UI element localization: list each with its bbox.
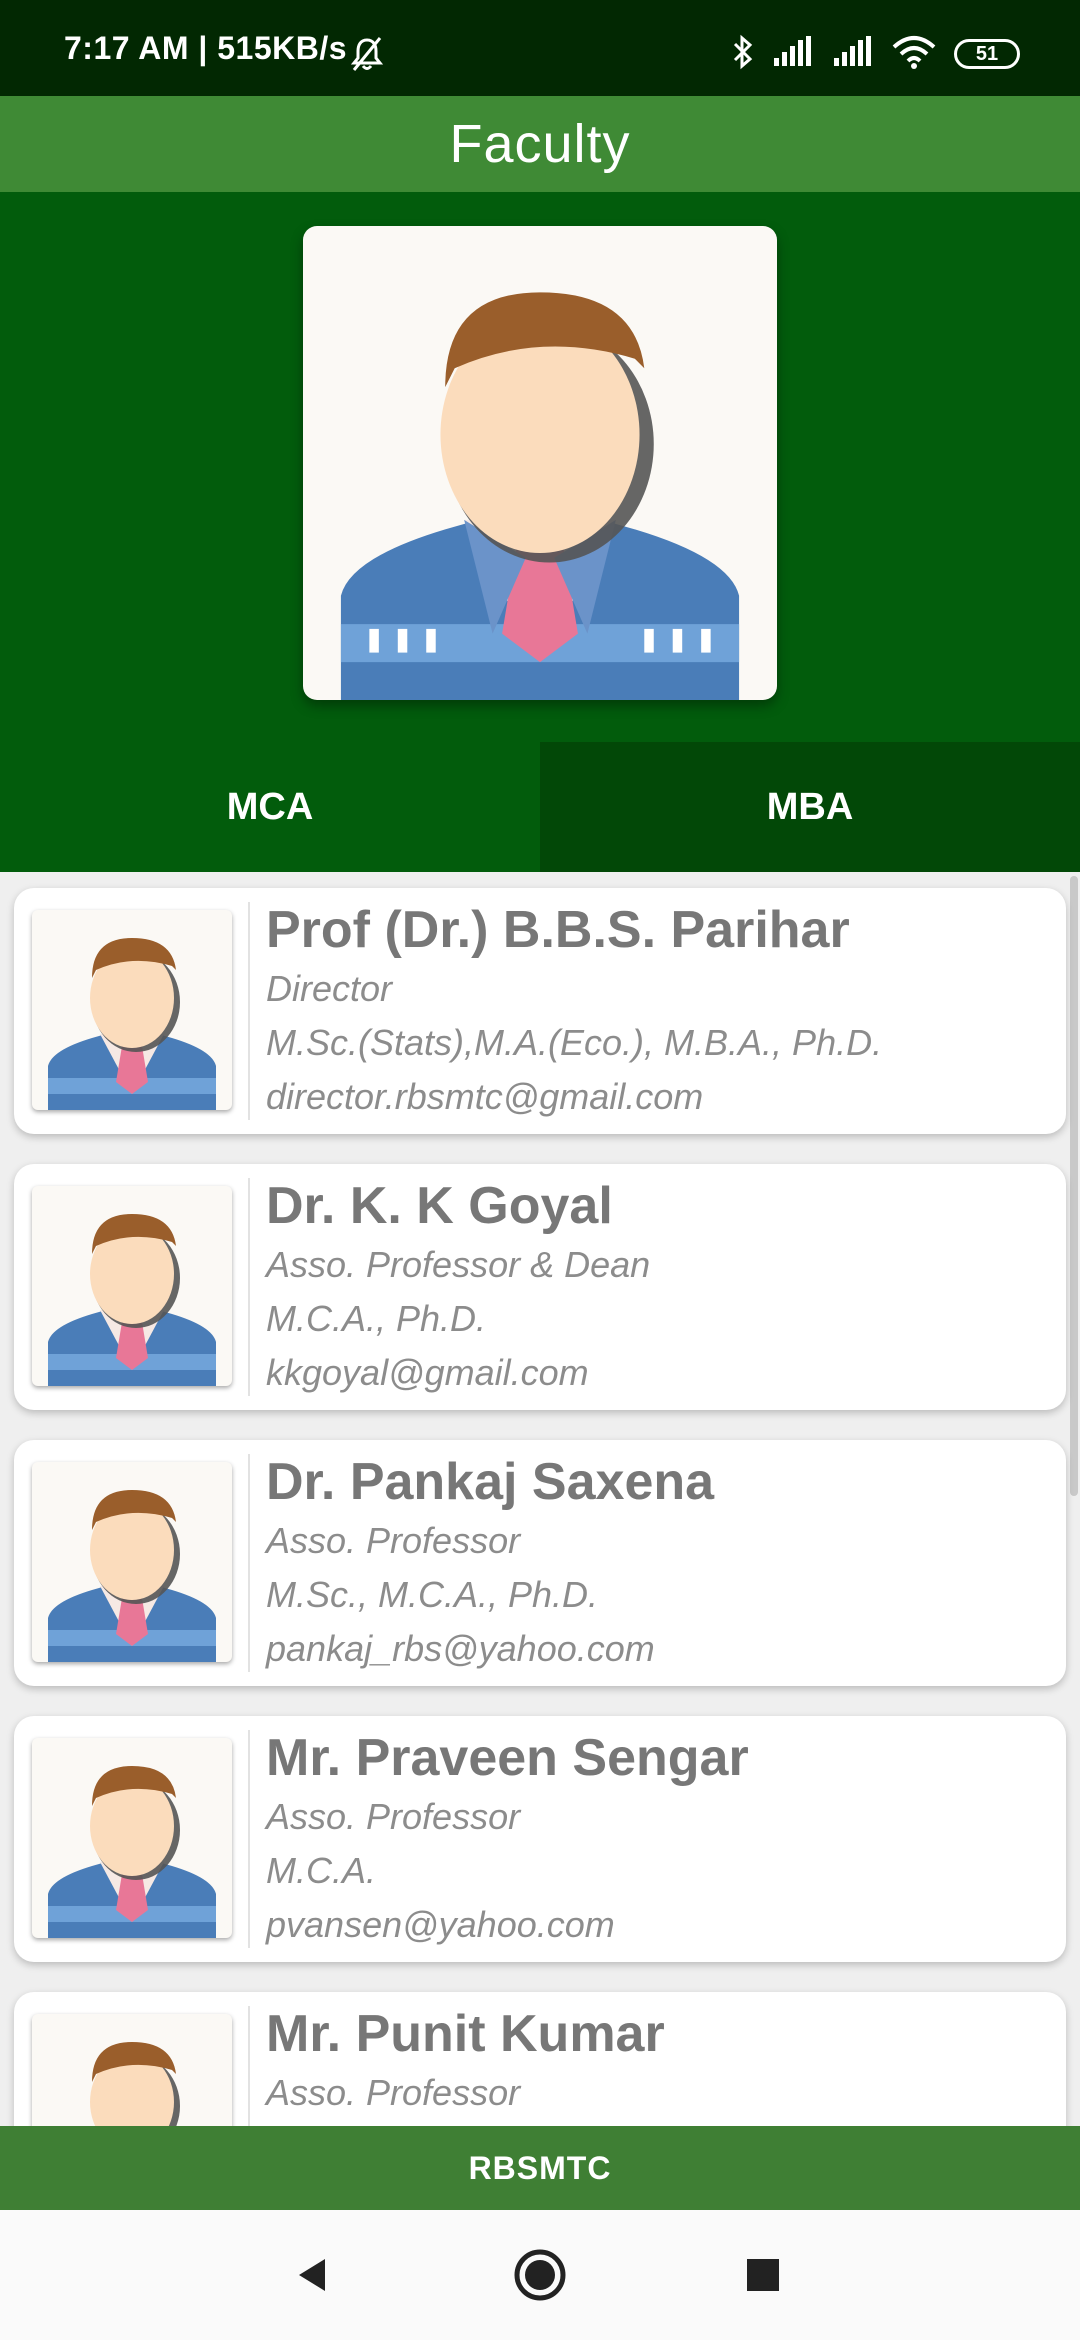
faculty-info: Dr. K. K Goyal Asso. Professor & Dean M.… — [266, 1174, 1052, 1400]
faculty-avatar-icon — [32, 1186, 232, 1386]
faculty-card[interactable]: Prof (Dr.) B.B.S. Parihar Director M.Sc.… — [14, 888, 1066, 1134]
faculty-email[interactable]: pankaj_rbs@yahoo.com — [266, 1622, 1052, 1676]
recents-icon[interactable] — [728, 2240, 798, 2310]
tab-mca[interactable]: MCA — [0, 742, 540, 872]
divider — [248, 2006, 250, 2126]
status-bar: 7:17 AM | 515KB/s 51 — [0, 0, 1080, 96]
faculty-email[interactable]: director.rbsmtc@gmail.com — [266, 1070, 1052, 1124]
faculty-info: Mr. Praveen Sengar Asso. Professor M.C.A… — [266, 1726, 1052, 1952]
faculty-card[interactable]: Mr. Punit Kumar Asso. Professor — [14, 1992, 1066, 2126]
tab-bar: MCA MBA — [0, 742, 1080, 872]
divider — [248, 1178, 250, 1396]
faculty-avatar-icon — [303, 226, 777, 700]
faculty-card[interactable]: Mr. Praveen Sengar Asso. Professor M.C.A… — [14, 1716, 1066, 1962]
faculty-email[interactable]: kkgoyal@gmail.com — [266, 1346, 1052, 1400]
faculty-designation: Asso. Professor — [266, 2072, 521, 2113]
faculty-card[interactable]: Dr. K. K Goyal Asso. Professor & Dean M.… — [14, 1164, 1066, 1410]
faculty-avatar-icon — [32, 1462, 232, 1662]
divider — [248, 902, 250, 1120]
tab-mba[interactable]: MBA — [540, 742, 1080, 872]
divider — [248, 1730, 250, 1948]
footer-label: RBSMTC — [468, 2149, 612, 2186]
back-icon[interactable] — [278, 2240, 348, 2310]
faculty-avatar-icon — [32, 2014, 232, 2126]
divider — [248, 1454, 250, 1672]
faculty-info: Mr. Punit Kumar Asso. Professor — [266, 2002, 1052, 2120]
faculty-name: Mr. Praveen Sengar — [266, 1729, 749, 1787]
faculty-avatar-icon — [32, 910, 232, 1110]
faculty-qualification: M.Sc., M.C.A., Ph.D. — [266, 1574, 599, 1615]
bluetooth-icon — [732, 34, 754, 75]
page-title: Faculty — [449, 114, 631, 174]
faculty-info: Prof (Dr.) B.B.S. Parihar Director M.Sc.… — [266, 898, 1052, 1124]
faculty-qualification: M.C.A. — [266, 1850, 377, 1891]
home-icon[interactable] — [505, 2240, 575, 2310]
wifi-icon — [892, 35, 936, 74]
mute-bell-icon — [350, 36, 384, 77]
faculty-info: Dr. Pankaj Saxena Asso. Professor M.Sc.,… — [266, 1450, 1052, 1676]
faculty-name: Prof (Dr.) B.B.S. Parihar — [266, 901, 850, 959]
app-bar: Faculty — [0, 96, 1080, 192]
system-nav-bar — [0, 2210, 1080, 2340]
faculty-name: Dr. Pankaj Saxena — [266, 1453, 715, 1511]
scrollbar[interactable] — [1070, 876, 1078, 1496]
status-icons: 51 — [732, 34, 1020, 74]
faculty-designation: Director — [266, 968, 393, 1009]
faculty-name: Dr. K. K Goyal — [266, 1177, 613, 1235]
faculty-name: Mr. Punit Kumar — [266, 2005, 665, 2063]
status-time: 7:17 AM | 515KB/s — [64, 30, 348, 66]
faculty-card[interactable]: Dr. Pankaj Saxena Asso. Professor M.Sc.,… — [14, 1440, 1066, 1686]
faculty-designation: Asso. Professor — [266, 1796, 521, 1837]
signal-icon — [772, 35, 814, 73]
faculty-avatar-icon — [32, 1738, 232, 1938]
faculty-designation: Asso. Professor — [266, 1520, 521, 1561]
footer-banner: RBSMTC — [0, 2126, 1080, 2210]
header-banner — [0, 192, 1080, 742]
faculty-email[interactable]: pvansen@yahoo.com — [266, 1898, 1052, 1952]
battery-icon: 51 — [954, 39, 1020, 69]
faculty-qualification: M.C.A., Ph.D. — [266, 1298, 487, 1339]
faculty-list[interactable]: Prof (Dr.) B.B.S. Parihar Director M.Sc.… — [0, 872, 1080, 2126]
faculty-qualification: M.Sc.(Stats),M.A.(Eco.), M.B.A., Ph.D. — [266, 1022, 883, 1063]
signal-icon — [832, 35, 874, 73]
faculty-designation: Asso. Professor & Dean — [266, 1244, 651, 1285]
